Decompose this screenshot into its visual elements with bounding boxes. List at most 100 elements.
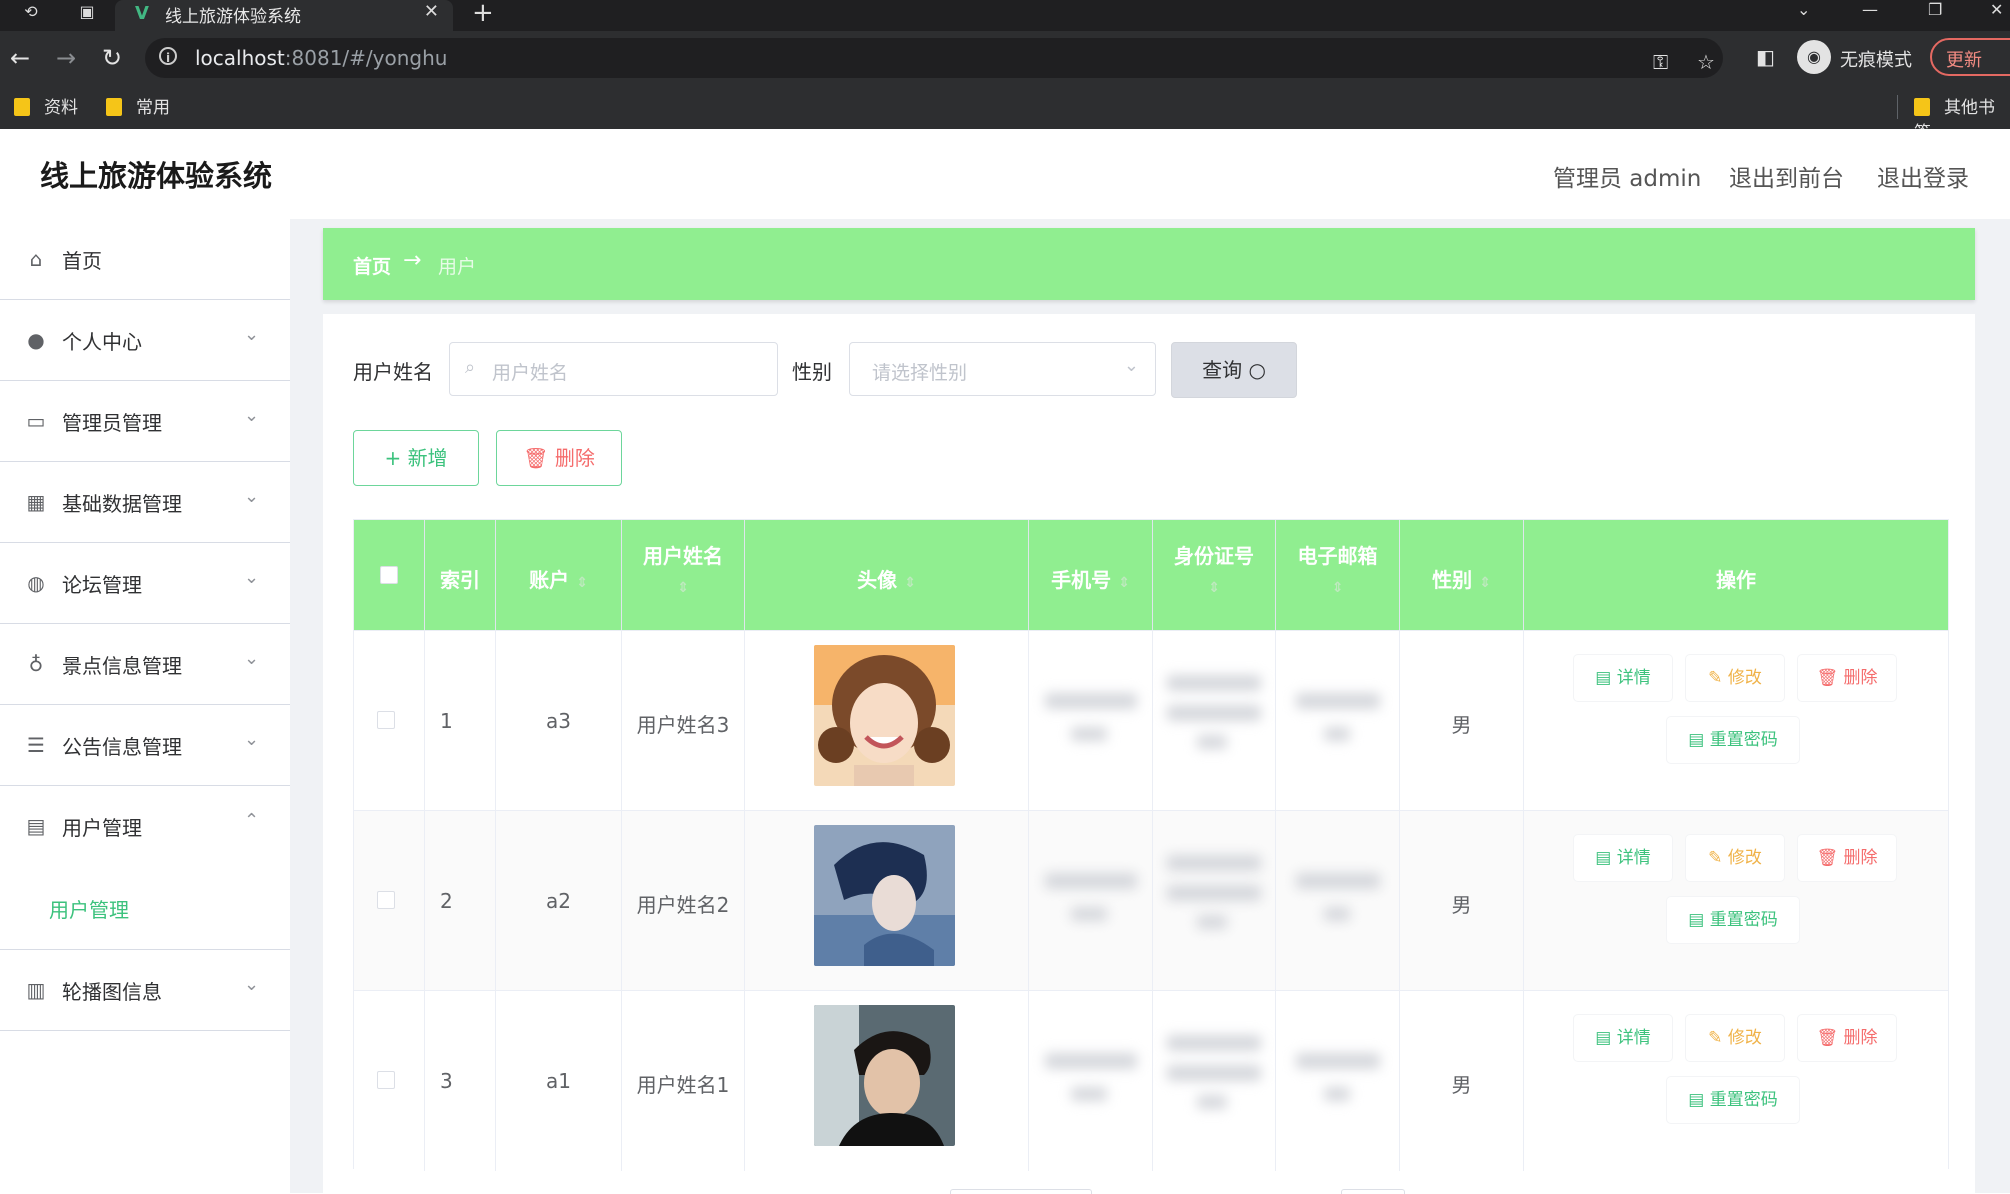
detail-button[interactable]: ▤ 详情 <box>1574 655 1672 701</box>
header-phone[interactable]: 手机号 ⇕ <box>1029 520 1153 630</box>
document-icon: ▤ <box>1688 730 1705 750</box>
row-select-cell <box>354 631 425 811</box>
detail-button[interactable]: ▤ 详情 <box>1574 1015 1672 1061</box>
delete-button[interactable]: 🗑 删除 <box>1798 835 1896 881</box>
bookmark-folder-changyong[interactable]: 常用 <box>106 93 170 118</box>
redacted-id <box>1197 735 1227 749</box>
id-card-icon: ▭ <box>26 409 46 433</box>
redacted-email <box>1296 693 1380 709</box>
breadcrumb-home[interactable]: 首页 <box>353 252 391 279</box>
document-icon: ▤ <box>1688 910 1705 930</box>
edit-button[interactable]: ✎ 修改 <box>1686 1015 1784 1061</box>
browser-tab-active[interactable]: V 线上旅游体验系统 ✕ <box>115 0 453 31</box>
incognito-label: 无痕模式 <box>1840 50 1912 71</box>
sort-icon[interactable]: ⇕ <box>1118 575 1130 591</box>
row-select-cell <box>354 991 425 1171</box>
submenu-user-management[interactable]: 用户管理 <box>49 894 129 923</box>
globe-icon: ◍ <box>27 571 45 595</box>
user-avatar-image[interactable] <box>814 825 955 966</box>
sidebar-item-carousel[interactable]: ▥ 轮播图信息 ⌄ <box>0 950 290 1031</box>
header-account[interactable]: 账户 ⇕ <box>496 520 622 630</box>
breadcrumb-current: 用户 <box>438 256 477 278</box>
delete-button[interactable]: 🗑 删除 <box>1798 655 1896 701</box>
sort-icon[interactable]: ⇕ <box>622 580 744 596</box>
delete-button[interactable]: 🗑 删除 <box>1798 1015 1896 1061</box>
browser-menu-icon[interactable]: ⟲ <box>18 0 44 22</box>
user-avatar-image[interactable] <box>814 1005 955 1146</box>
sort-icon[interactable]: ⇕ <box>904 575 916 591</box>
sort-icon[interactable]: ⇕ <box>1479 575 1491 591</box>
tab-list-icon[interactable]: ▣ <box>74 0 100 22</box>
pagination-control[interactable] <box>1341 1189 1405 1194</box>
sidebar-item-user-management[interactable]: ▤ 用户管理 ⌃ 用户管理 <box>0 786 290 950</box>
update-button[interactable]: 更新 <box>1930 38 2010 76</box>
header-gender[interactable]: 性别 ⇕ <box>1400 520 1524 630</box>
new-tab-icon[interactable]: + <box>472 0 494 28</box>
row-checkbox[interactable] <box>377 711 395 729</box>
close-tab-icon[interactable]: ✕ <box>424 1 439 22</box>
avatar-cell <box>745 631 1029 811</box>
back-icon[interactable]: ← <box>10 43 30 73</box>
key-icon[interactable]: ⚿ <box>1653 50 1668 74</box>
redacted-id <box>1167 885 1261 901</box>
reload-icon[interactable]: ↻ <box>102 43 122 73</box>
sidebar-item-forum[interactable]: ◍ 论坛管理 ⌄ <box>0 543 290 624</box>
sidebar-item-announcements[interactable]: ☰ 公告信息管理 ⌄ <box>0 705 290 786</box>
site-info-icon[interactable]: i <box>159 47 177 65</box>
bookmark-folder-ziliao[interactable]: 资料 <box>14 93 78 118</box>
forward-icon[interactable]: → <box>56 43 76 73</box>
sidebar-item-home[interactable]: ⌂ 首页 <box>0 219 290 300</box>
sort-icon[interactable]: ⇕ <box>1276 580 1399 596</box>
name-search-input[interactable]: ⌕ 用户姓名 <box>449 342 778 396</box>
logout-link[interactable]: 退出登录 <box>1877 159 1969 193</box>
redacted-phone <box>1045 693 1137 709</box>
header-avatar[interactable]: 头像 ⇕ <box>745 520 1029 630</box>
pencil-icon: ✎ <box>1708 668 1723 688</box>
gender-label: 性别 <box>792 360 832 384</box>
reset-password-button[interactable]: ▤ 重置密码 <box>1667 897 1799 943</box>
sidebar-item-label: 管理员管理 <box>62 411 162 435</box>
admin-label: 管理员 admin <box>1553 166 1702 192</box>
header-select-all <box>354 520 425 630</box>
side-panel-icon[interactable]: ◧ <box>1756 45 1775 69</box>
edit-button[interactable]: ✎ 修改 <box>1686 655 1784 701</box>
header-id-card[interactable]: 身份证号 ⇕ <box>1153 520 1276 630</box>
reset-password-button[interactable]: ▤ 重置密码 <box>1667 717 1799 763</box>
gender-select[interactable]: 请选择性别 ⌄ <box>849 342 1156 396</box>
sort-icon[interactable]: ⇕ <box>576 575 588 591</box>
sidebar-item-scenic-spots[interactable]: ♁ 景点信息管理 ⌄ <box>0 624 290 705</box>
pagination-control[interactable] <box>950 1189 1092 1194</box>
url-field[interactable]: i localhost:8081/#/yonghu ⚿ ☆ <box>145 38 1723 78</box>
sidebar-item-personal-center[interactable]: ● 个人中心 ⌄ <box>0 300 290 381</box>
table-row: 3 a1 用户姓名1 男 ▤ 详情 ✎ 修改 🗑 删除 ▤ 重置密码 <box>354 990 1948 1171</box>
clipboard-icon: ▤ <box>26 814 46 838</box>
detail-button[interactable]: ▤ 详情 <box>1574 835 1672 881</box>
close-window-icon[interactable]: ✕ <box>1990 0 2003 19</box>
header-name[interactable]: 用户姓名 ⇕ <box>622 520 745 630</box>
name-cell: 用户姓名1 <box>622 991 745 1171</box>
chevron-down-icon: ⌄ <box>244 324 260 345</box>
breadcrumb-arrow: → <box>403 248 422 273</box>
bookmark-star-icon[interactable]: ☆ <box>1697 50 1715 74</box>
sort-icon[interactable]: ⇕ <box>1153 580 1275 596</box>
chevron-down-icon[interactable]: ⌄ <box>1797 0 1810 19</box>
row-checkbox[interactable] <box>377 891 395 909</box>
incognito-icon[interactable]: ◉ <box>1797 40 1831 74</box>
sliders-icon: ☰ <box>27 733 45 757</box>
batch-delete-button[interactable]: 🗑 删除 <box>496 430 622 486</box>
minimize-icon[interactable]: — <box>1862 0 1878 19</box>
restore-icon[interactable]: ❐ <box>1928 0 1942 19</box>
sidebar-item-admin-management[interactable]: ▭ 管理员管理 ⌄ <box>0 381 290 462</box>
row-checkbox[interactable] <box>377 1071 395 1089</box>
user-avatar-image[interactable] <box>814 645 955 786</box>
add-button[interactable]: + 新增 <box>353 430 479 486</box>
reset-password-button[interactable]: ▤ 重置密码 <box>1667 1077 1799 1123</box>
select-all-checkbox[interactable] <box>380 566 398 584</box>
edit-button[interactable]: ✎ 修改 <box>1686 835 1784 881</box>
query-button[interactable]: 查询 ○ <box>1171 342 1297 398</box>
redacted-phone <box>1071 727 1107 741</box>
exit-to-front-link[interactable]: 退出到前台 <box>1729 159 1844 193</box>
sidebar-item-basic-data[interactable]: ▦ 基础数据管理 ⌄ <box>0 462 290 543</box>
header-email[interactable]: 电子邮箱 ⇕ <box>1276 520 1400 630</box>
url-text: localhost:8081/#/yonghu <box>195 46 448 70</box>
